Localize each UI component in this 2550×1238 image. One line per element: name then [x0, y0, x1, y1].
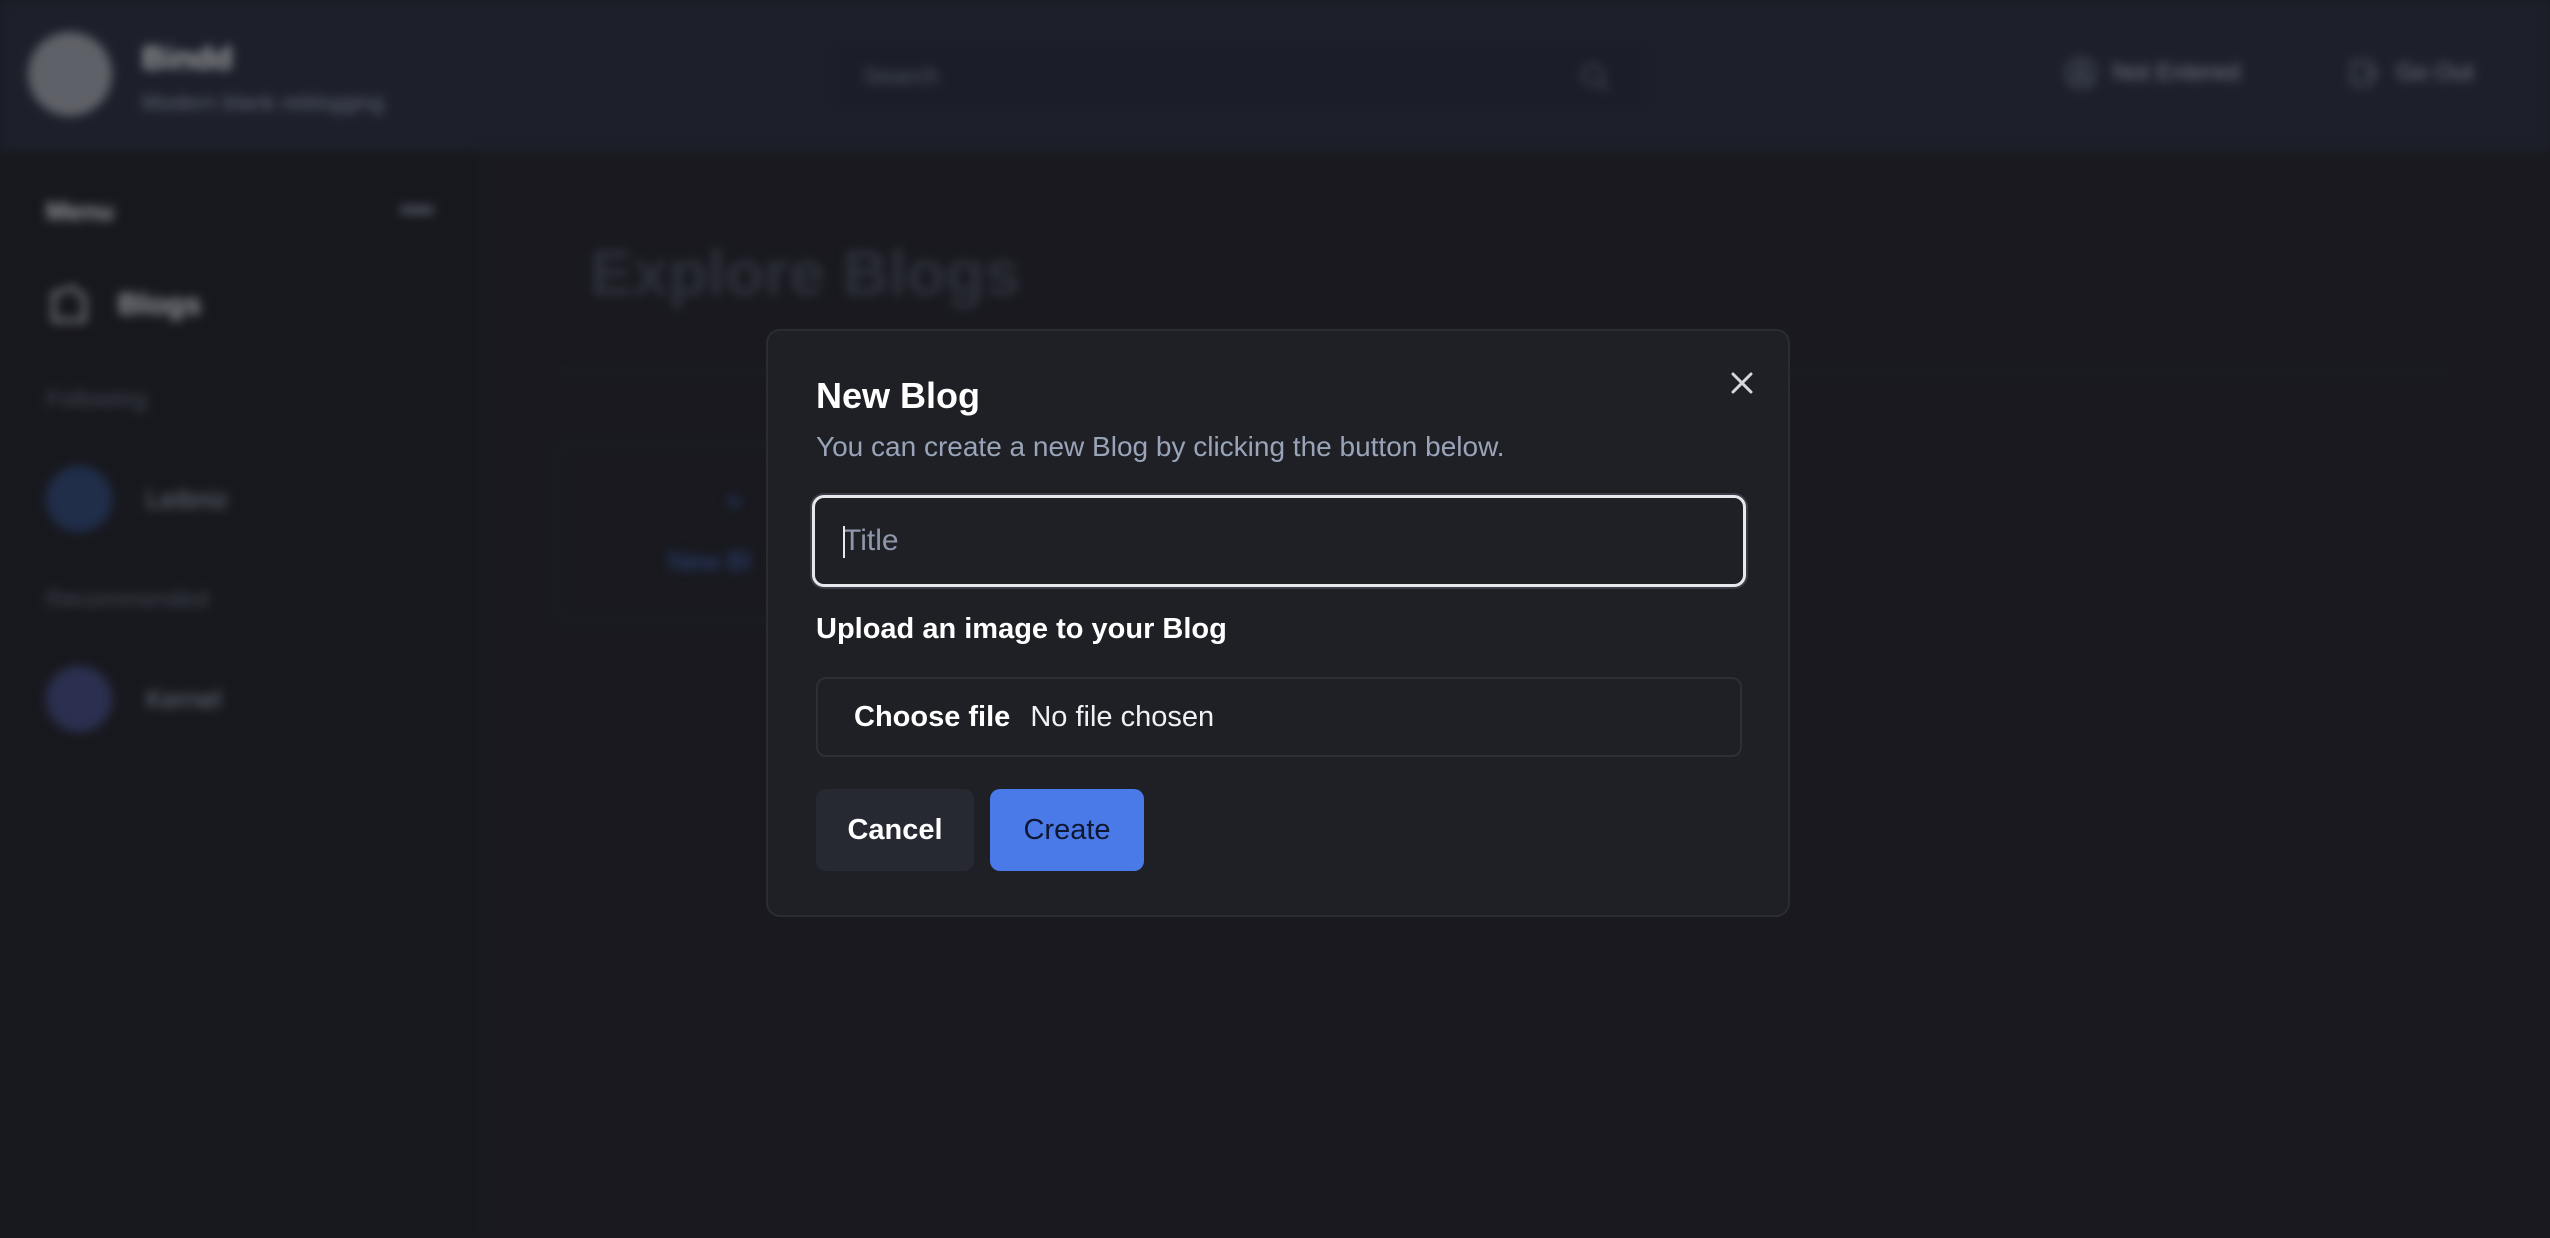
- upload-label: Upload an image to your Blog: [816, 613, 1227, 645]
- choose-file-button[interactable]: Choose file: [854, 701, 1010, 734]
- new-blog-dialog: New Blog You can create a new Blog by cl…: [766, 329, 1790, 917]
- cancel-button[interactable]: Cancel: [816, 789, 974, 871]
- title-input[interactable]: [812, 495, 1746, 587]
- close-icon[interactable]: [1724, 365, 1760, 401]
- file-input[interactable]: Choose file No file chosen: [816, 677, 1742, 757]
- dialog-description: You can create a new Blog by clicking th…: [816, 431, 1505, 462]
- file-status: No file chosen: [1030, 700, 1215, 733]
- text-caret: [843, 526, 845, 558]
- create-button[interactable]: Create: [990, 789, 1144, 871]
- dialog-title: New Blog: [816, 375, 981, 416]
